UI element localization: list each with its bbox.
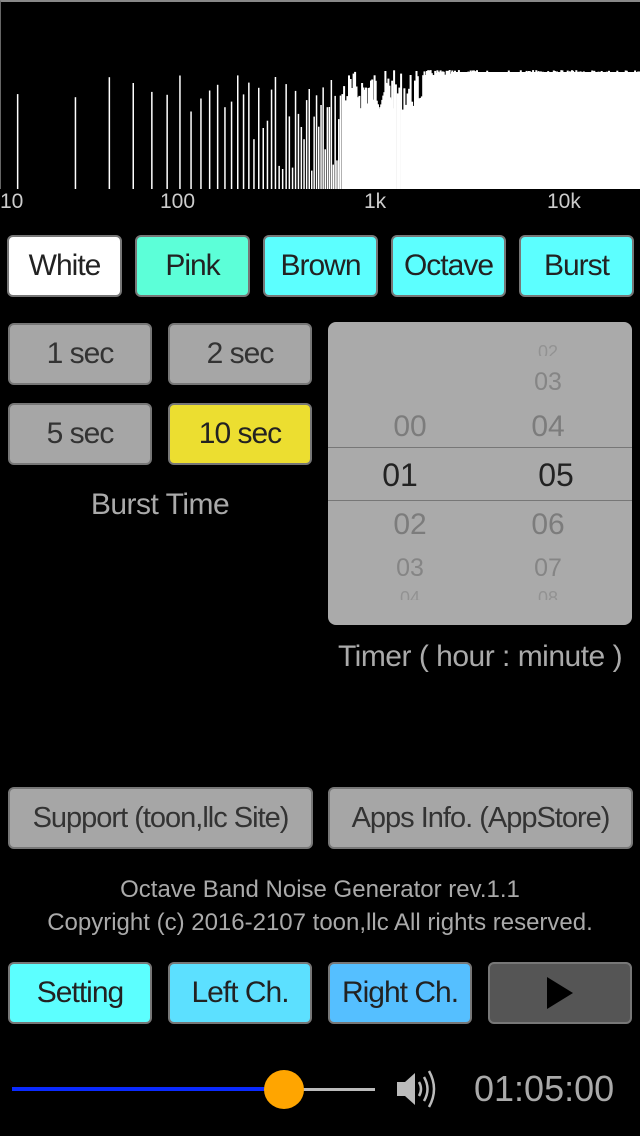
spectrum-bar xyxy=(151,91,153,189)
timer-picker[interactable]: 00 01 02 03 04 02 03 04 05 06 07 08 xyxy=(328,322,632,625)
spectrum-display xyxy=(0,0,640,189)
right-channel-button[interactable]: Right Ch. xyxy=(328,962,472,1024)
spectrum-bar xyxy=(285,84,287,189)
pink-noise-button[interactable]: Pink xyxy=(135,235,250,297)
spectrum-bar xyxy=(326,107,329,189)
speaker-icon xyxy=(397,1070,436,1108)
support-site-button[interactable]: Support (toon,llc Site) xyxy=(8,787,313,849)
axis-tick: 10k xyxy=(547,190,581,213)
spectrum-bars xyxy=(16,70,640,189)
slider-thumb[interactable] xyxy=(264,1070,305,1109)
minute-option[interactable]: 06 xyxy=(508,508,588,542)
burst-time-label: Burst Time xyxy=(90,488,230,521)
burst-2sec-button[interactable]: 2 sec xyxy=(168,323,312,385)
setting-button[interactable]: Setting xyxy=(8,962,152,1024)
spectrum-bar xyxy=(328,107,331,189)
white-noise-button[interactable]: White xyxy=(7,235,122,297)
spectrum-bar xyxy=(451,72,639,189)
left-channel-button[interactable]: Left Ch. xyxy=(168,962,312,1024)
spectrum-bar xyxy=(297,113,300,189)
burst-5sec-button[interactable]: 5 sec xyxy=(8,403,152,465)
minute-option[interactable]: 04 xyxy=(508,410,588,444)
spectrum-bar xyxy=(230,101,233,189)
octave-noise-button[interactable]: Octave xyxy=(391,235,506,297)
spectrum-bar xyxy=(300,127,303,189)
spectrum-bar xyxy=(334,95,336,189)
burst-1sec-button[interactable]: 1 sec xyxy=(8,323,152,385)
spectrum-bar xyxy=(16,94,19,189)
spectrum-bar xyxy=(288,116,291,189)
minute-option[interactable]: 03 xyxy=(508,368,588,397)
spectrum-bar xyxy=(315,95,318,189)
spectrum-bar xyxy=(305,100,308,189)
play-icon xyxy=(547,977,573,1009)
spectrum-bar xyxy=(313,116,315,189)
axis-tick: 10 xyxy=(0,190,24,213)
apps-info-button[interactable]: Apps Info. (AppStore) xyxy=(328,787,633,849)
spectrum-bar xyxy=(179,75,181,189)
spectrum-bar xyxy=(253,139,255,189)
spectrum-bar xyxy=(330,80,333,189)
spectrum-bar xyxy=(294,90,297,189)
hour-selected[interactable]: 01 xyxy=(360,457,440,494)
spectrum-bar xyxy=(74,97,77,189)
spectrum-bar xyxy=(322,87,324,189)
spectrum-bar xyxy=(108,77,111,189)
spectrum-bar xyxy=(266,120,269,189)
spectrum-bar xyxy=(308,89,310,189)
spectrum-bar xyxy=(339,95,342,189)
remaining-time: 01:05:00 xyxy=(474,1068,615,1109)
spectrum-bar xyxy=(291,167,294,189)
app-title: Octave Band Noise Generator rev.1.1 xyxy=(120,876,520,903)
hour-option[interactable]: 02 xyxy=(370,508,450,542)
hour-option[interactable]: 04 xyxy=(370,588,450,600)
minute-option[interactable]: 07 xyxy=(508,554,588,583)
spectrum-bar xyxy=(262,128,264,189)
minute-selected[interactable]: 05 xyxy=(516,457,596,494)
play-button[interactable] xyxy=(488,962,632,1024)
spectrum-bar xyxy=(393,70,396,189)
spectrum-bar xyxy=(303,139,305,189)
hour-option[interactable]: 03 xyxy=(370,554,450,583)
spectrum-bar xyxy=(318,126,320,189)
spectrum-bar xyxy=(216,84,219,189)
burst-10sec-button[interactable]: 10 sec xyxy=(168,403,312,465)
spectrum-bar xyxy=(258,87,260,189)
selection-line xyxy=(328,500,632,501)
spectrum-bar xyxy=(324,149,326,189)
spectrum-bar xyxy=(274,77,277,189)
axis-tick: 1k xyxy=(364,190,387,213)
copyright: Copyright (c) 2016-2107 toon,llc All rig… xyxy=(47,909,593,936)
spectrum-bar xyxy=(166,94,168,189)
spectrum-bar xyxy=(190,111,192,189)
spectrum-bar xyxy=(281,169,284,189)
spectrum-bar xyxy=(242,94,245,189)
spectrum-bar xyxy=(332,164,334,189)
timer-label: Timer ( hour : minute ) xyxy=(337,640,623,673)
spectrum-bar xyxy=(208,90,211,189)
spectrum-bar xyxy=(224,107,226,189)
hour-option[interactable]: 00 xyxy=(370,410,450,444)
burst-noise-button[interactable]: Burst xyxy=(519,235,634,297)
spectrum-bar xyxy=(270,89,273,189)
selection-line xyxy=(328,447,632,448)
spectrum-bar xyxy=(394,84,397,189)
minute-option[interactable]: 02 xyxy=(508,342,588,356)
spectrum-bar xyxy=(311,170,313,189)
spectrum-bar xyxy=(237,75,239,189)
spectrum-bar xyxy=(336,160,338,189)
spectrum-bar xyxy=(248,82,250,189)
volume-slider[interactable] xyxy=(12,1070,375,1110)
spectrum-bar xyxy=(132,83,134,189)
minute-option[interactable]: 08 xyxy=(508,588,588,600)
slider-fill xyxy=(12,1087,285,1091)
spectrum-bar xyxy=(278,165,280,189)
spectrum-bar xyxy=(320,105,322,189)
brown-noise-button[interactable]: Brown xyxy=(263,235,378,297)
axis-tick: 100 xyxy=(160,190,196,213)
spectrum-bar xyxy=(200,98,202,189)
spectrum-bar xyxy=(338,119,340,189)
